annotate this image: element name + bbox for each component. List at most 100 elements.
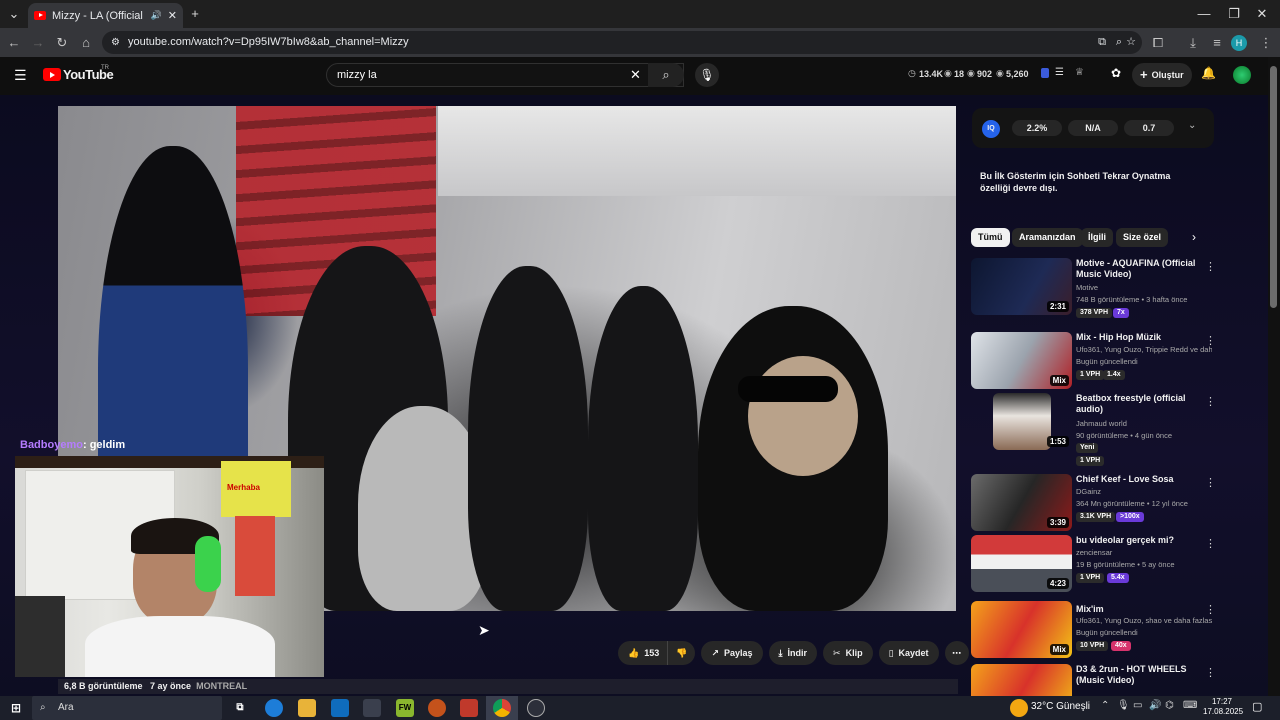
microphone-icon[interactable]: 🎙 bbox=[1117, 700, 1130, 711]
forward-arrow-icon[interactable]: → bbox=[28, 33, 48, 53]
tray-chevron-icon[interactable]: ⌃ bbox=[1101, 700, 1109, 711]
video-thumbnail[interactable]: Mix bbox=[971, 332, 1072, 389]
download-button[interactable]: ⤓ İndir bbox=[768, 641, 818, 665]
list-item[interactable]: Mix Mix'im Ufo361, Yung Ouzo, shao ve da… bbox=[971, 601, 1216, 658]
video-thumbnail[interactable]: 2:31 bbox=[971, 258, 1072, 315]
zoom-icon[interactable]: ⌕ bbox=[1116, 31, 1122, 54]
chevron-right-icon[interactable]: › bbox=[1192, 230, 1196, 244]
rec-channel[interactable]: Ufo361, Yung Ouzo, Trippie Redd ve daha.… bbox=[1076, 345, 1212, 354]
tab-close-icon[interactable]: ✕ bbox=[168, 9, 177, 22]
extension-logo-icon[interactable]: IQ bbox=[982, 120, 1000, 138]
like-button[interactable]: 👍 153 bbox=[618, 641, 668, 665]
list-item[interactable]: 1:53 Beatbox freestyle (official audio) … bbox=[971, 393, 1216, 466]
clock-area[interactable]: 17:27 17.08.2025 bbox=[1203, 697, 1243, 717]
trophy-icon[interactable]: ♕ bbox=[1075, 67, 1084, 78]
store-icon[interactable] bbox=[363, 699, 381, 717]
list-item[interactable]: 3:39 Chief Keef - Love Sosa DGainz 364 M… bbox=[971, 474, 1216, 531]
rec-channel[interactable]: zenciensar bbox=[1076, 548, 1212, 557]
video-thumbnail[interactable]: Mix bbox=[971, 601, 1072, 658]
home-icon[interactable]: ⌂ bbox=[76, 33, 96, 53]
scrollbar-thumb[interactable] bbox=[1270, 66, 1277, 308]
list-item[interactable]: 4:23 bu videolar gerçek mi? zenciensar 1… bbox=[971, 535, 1216, 592]
video-thumbnail[interactable]: 3:39 bbox=[971, 474, 1072, 531]
chip-from-search[interactable]: Aramanızdan bbox=[1012, 228, 1083, 247]
address-bar[interactable]: ⚙ youtube.com/watch?v=Dp95IW7bIw8&ab_cha… bbox=[102, 31, 1142, 54]
clip-button[interactable]: ✂ Klip bbox=[823, 641, 873, 665]
more-vert-icon[interactable]: ⋮ bbox=[1205, 603, 1216, 616]
save-button[interactable]: ▯ Kaydet bbox=[878, 641, 939, 665]
weather-sun-icon[interactable] bbox=[1010, 699, 1028, 717]
minimize-button[interactable]: — bbox=[1194, 4, 1214, 24]
rec-channel[interactable]: DGainz bbox=[1076, 487, 1212, 496]
rec-title[interactable]: Mix - Hip Hop Müzik bbox=[1076, 332, 1204, 343]
more-vert-icon[interactable]: ⋮ bbox=[1205, 476, 1216, 489]
close-window-button[interactable]: ✕ bbox=[1252, 4, 1272, 24]
reading-list-icon[interactable]: ≡ bbox=[1207, 33, 1227, 53]
gear-icon[interactable]: ✿ bbox=[1111, 66, 1121, 80]
rec-channel[interactable]: Motive bbox=[1076, 283, 1212, 292]
tab-audio-icon[interactable]: 🔊 bbox=[151, 10, 162, 21]
chip-related[interactable]: İlgili bbox=[1081, 228, 1113, 247]
app-shield-icon[interactable] bbox=[428, 699, 446, 717]
share-button[interactable]: ↗ Paylaş bbox=[701, 641, 763, 665]
more-vert-icon[interactable]: ⋮ bbox=[1205, 395, 1216, 408]
new-tab-button[interactable]: + bbox=[185, 4, 205, 24]
video-thumbnail[interactable] bbox=[971, 664, 1072, 696]
rec-title[interactable]: bu videolar gerçek mi? bbox=[1076, 535, 1204, 546]
browser-tab[interactable]: Mizzy - LA (Official Music V 🔊 ✕ bbox=[28, 3, 183, 28]
chip-for-you[interactable]: Size özel bbox=[1116, 228, 1169, 247]
rec-title[interactable]: Beatbox freestyle (official audio) bbox=[1076, 393, 1204, 415]
account-avatar[interactable] bbox=[1233, 66, 1251, 84]
clear-search-icon[interactable]: ✕ bbox=[630, 67, 641, 83]
more-vert-icon[interactable]: ⋮ bbox=[1205, 260, 1216, 273]
install-app-icon[interactable]: ⧉ bbox=[1098, 31, 1106, 54]
video-description-header[interactable]: 6,8 B görüntüleme 7 ay önce MONTREAL bbox=[58, 679, 958, 694]
rec-title[interactable]: Motive - AQUAFINA (Official Music Video) bbox=[1076, 258, 1204, 280]
restore-button[interactable]: ❐ bbox=[1224, 4, 1244, 24]
profile-avatar[interactable]: H bbox=[1231, 35, 1247, 51]
notification-center-icon[interactable]: ▢ bbox=[1252, 700, 1262, 713]
rec-channel[interactable]: Jahmaud world bbox=[1076, 419, 1212, 428]
reload-icon[interactable]: ↻ bbox=[52, 33, 72, 53]
keyboard-icon[interactable]: ⌨ bbox=[1183, 700, 1197, 711]
dislike-button[interactable]: 👎 bbox=[667, 641, 696, 665]
rec-title[interactable]: D3 & 2run - HOT WHEELS (Music Video) bbox=[1076, 664, 1204, 686]
tab-search-icon[interactable]: ⌄ bbox=[4, 4, 24, 24]
weather-text[interactable]: 32°C Güneşli bbox=[1031, 701, 1090, 712]
network-icon[interactable]: ⌬ bbox=[1165, 700, 1174, 711]
more-vert-icon[interactable]: ⋮ bbox=[1205, 537, 1216, 550]
list-item[interactable]: 2:31 Motive - AQUAFINA (Official Music V… bbox=[971, 258, 1216, 318]
extensions-icon[interactable]: ⧠ bbox=[1148, 33, 1168, 53]
site-info-icon[interactable]: ⚙ bbox=[111, 31, 120, 54]
list-item[interactable]: D3 & 2run - HOT WHEELS (Music Video) ⋮ bbox=[971, 664, 1213, 696]
chevron-down-icon[interactable]: ⌄ bbox=[1188, 120, 1196, 131]
chrome-taskbar-item[interactable] bbox=[486, 696, 518, 720]
list-item[interactable]: Mix Mix - Hip Hop Müzik Ufo361, Yung Ouz… bbox=[971, 332, 1216, 389]
edge-browser-icon[interactable] bbox=[265, 699, 283, 717]
more-vert-icon[interactable]: ⋮ bbox=[1205, 334, 1216, 347]
back-arrow-icon[interactable]: ← bbox=[4, 33, 24, 53]
video-thumbnail[interactable]: 4:23 bbox=[971, 535, 1072, 592]
more-actions-button[interactable]: ⋯ bbox=[944, 641, 969, 665]
youtube-logo-icon[interactable] bbox=[43, 68, 61, 81]
list-icon[interactable]: ☰ bbox=[1055, 67, 1064, 78]
outlook-icon[interactable] bbox=[331, 699, 349, 717]
file-explorer-icon[interactable] bbox=[298, 699, 316, 717]
hamburger-menu-icon[interactable]: ☰ bbox=[14, 67, 27, 84]
notifications-bell-icon[interactable]: 🔔 bbox=[1201, 66, 1216, 80]
task-view-icon[interactable]: ⧉ bbox=[231, 699, 249, 717]
location-tag[interactable]: MONTREAL bbox=[196, 681, 247, 691]
voice-search-button[interactable]: 🎙 bbox=[695, 63, 719, 87]
browser-menu-icon[interactable]: ⋮ bbox=[1256, 33, 1276, 53]
monitor-icon[interactable]: ▭ bbox=[1133, 700, 1142, 711]
bookmark-star-icon[interactable]: ☆ bbox=[1126, 31, 1136, 54]
rec-title[interactable]: Chief Keef - Love Sosa bbox=[1076, 474, 1204, 485]
chip-all[interactable]: Tümü bbox=[971, 228, 1010, 247]
rec-title[interactable]: Mix'im bbox=[1076, 604, 1204, 615]
volume-icon[interactable]: 🔊 bbox=[1149, 700, 1161, 711]
windows-start-icon[interactable]: ⊞ bbox=[7, 699, 25, 717]
rec-channel[interactable]: Ufo361, Yung Ouzo, shao ve daha fazlası bbox=[1076, 616, 1212, 625]
extension-icon[interactable] bbox=[1041, 68, 1049, 78]
taskbar-search-input[interactable]: ⌕ Ara bbox=[32, 696, 222, 720]
app-fw-icon[interactable]: FW bbox=[396, 699, 414, 717]
